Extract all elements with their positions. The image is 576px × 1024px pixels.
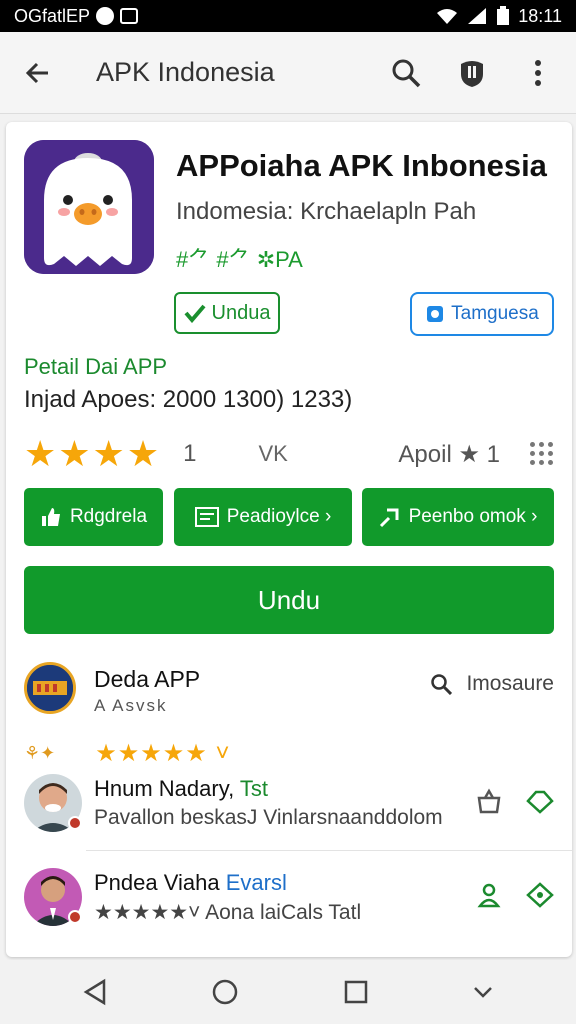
share-hand-icon <box>379 508 399 528</box>
badge-graphic <box>27 665 73 711</box>
wifi-icon <box>437 9 458 24</box>
download-label: Undu <box>257 584 321 615</box>
more-options-button[interactable] <box>518 53 558 93</box>
reviewer-name-text: Pndea Viaha <box>94 870 226 895</box>
section-title: Deda APP <box>94 666 201 692</box>
mascot-logo <box>24 140 154 274</box>
pin-icon[interactable] <box>526 788 554 814</box>
reviewer-tag: Evarsl <box>225 870 287 895</box>
rating-row: ★★★★ 1 VK Apoil ★ 1 <box>24 433 554 474</box>
reviewer-name-text: Hnum Nadary, <box>94 776 240 801</box>
detail-section-title: Petail Dai APP <box>24 354 168 379</box>
list-icon <box>194 507 219 527</box>
app-badge-logo <box>24 662 76 714</box>
rating-vk: VK <box>258 441 288 466</box>
section-subtitle: A Asvsk <box>94 696 168 715</box>
rating-badge-icon: ⚘✦ <box>24 742 56 763</box>
chevron-down-icon[interactable] <box>472 985 494 999</box>
action-button-1-label: Rdgdrela <box>69 506 148 527</box>
mini-rating-row: ⚘✦ ★★★★★ ˅ <box>24 738 324 768</box>
action-button-2[interactable]: Peadioylce › <box>174 488 352 546</box>
shield-button[interactable] <box>452 53 492 93</box>
section-right-label[interactable]: Imosaure <box>466 672 554 696</box>
action-button-3-label: Peenbo omok › <box>408 506 538 527</box>
download-small-button[interactable]: Undua <box>174 292 280 334</box>
review-text: Pavallon beskasJ Vinlarsnaanddolom <box>94 806 443 829</box>
battery-icon <box>497 6 510 25</box>
download-button[interactable]: Undu <box>24 566 554 634</box>
nav-back-icon[interactable] <box>82 978 108 1006</box>
more-vert-icon <box>535 59 541 86</box>
search-icon[interactable] <box>430 673 453 695</box>
download-small-label: Undua <box>211 301 271 324</box>
action-button-2-label: Peadioylce › <box>226 506 332 527</box>
app-bar-title: APK Indonesia <box>96 57 275 87</box>
status-dot <box>68 910 82 924</box>
feedback-button[interactable]: Tamguesa <box>410 292 554 336</box>
system-nav-bar <box>0 960 576 1024</box>
search-button[interactable] <box>386 53 426 93</box>
app-name: APPoiaha APK Inbonesia <box>176 148 547 183</box>
gear-badge-icon <box>427 306 444 322</box>
action-button-1[interactable]: Rdgdrela <box>24 488 163 546</box>
location-icon[interactable] <box>526 882 554 908</box>
status-bar: OGfatlEP 18:11 <box>0 0 576 32</box>
back-button[interactable] <box>18 53 58 93</box>
app-section-row[interactable]: Deda APP A Asvsk Imosaure <box>24 660 554 720</box>
action-button-3[interactable]: Peenbo omok › <box>362 488 554 546</box>
arrow-back-icon <box>25 62 48 83</box>
detail-section-value: Injad Apoes: 2000 1300) 1233) <box>24 386 353 413</box>
checkmark-icon <box>184 304 206 323</box>
nav-recents-icon[interactable] <box>343 979 369 1005</box>
grid-menu-icon[interactable] <box>530 442 554 466</box>
app-bar: APK Indonesia <box>0 32 576 114</box>
status-time: 18:11 <box>518 5 562 26</box>
rating-date: Apoil ★ 1 <box>398 440 500 468</box>
reviewer-name: Pndea Viaha Evarsl <box>94 870 287 896</box>
review-divider <box>86 850 572 851</box>
signal-icon <box>468 8 487 24</box>
feedback-label: Tamguesa <box>451 303 539 324</box>
mini-rating-stars[interactable]: ★★★★★ ˅ <box>95 739 230 768</box>
status-dot <box>68 816 82 830</box>
bag-icon[interactable] <box>476 788 502 814</box>
search-icon <box>392 59 421 87</box>
image-notification-icon <box>120 8 139 24</box>
rating-stars: ★★★★ <box>24 433 162 474</box>
app-tags: #⺈ #⺈ ✲PA <box>176 247 303 272</box>
rating-count: 1 <box>183 440 197 467</box>
notification-icon <box>96 7 115 25</box>
person-icon[interactable] <box>476 882 502 908</box>
app-icon <box>24 140 154 274</box>
shield-icon <box>461 60 483 87</box>
reviewer-name: Hnum Nadary, Tst <box>94 776 268 802</box>
review-item[interactable]: Hnum Nadary, Tst Pavallon beskasJ Vinlar… <box>24 774 554 854</box>
reviewer-tag: Tst <box>239 776 269 801</box>
review-text: ★★★★★˅ Aona laiCals Tatl <box>94 901 362 924</box>
status-carrier-text: OGfatlEP <box>14 5 91 26</box>
review-item[interactable]: Pndea Viaha Evarsl ★★★★★˅ Aona laiCals T… <box>24 868 554 948</box>
thumbs-up-icon <box>41 508 60 526</box>
developer-name: Indomesia: Krchaelapln Pah <box>176 198 477 225</box>
app-detail-card: APPoiaha APK Inbonesia Indomesia: Krchae… <box>6 122 572 957</box>
nav-home-icon[interactable] <box>211 978 239 1006</box>
